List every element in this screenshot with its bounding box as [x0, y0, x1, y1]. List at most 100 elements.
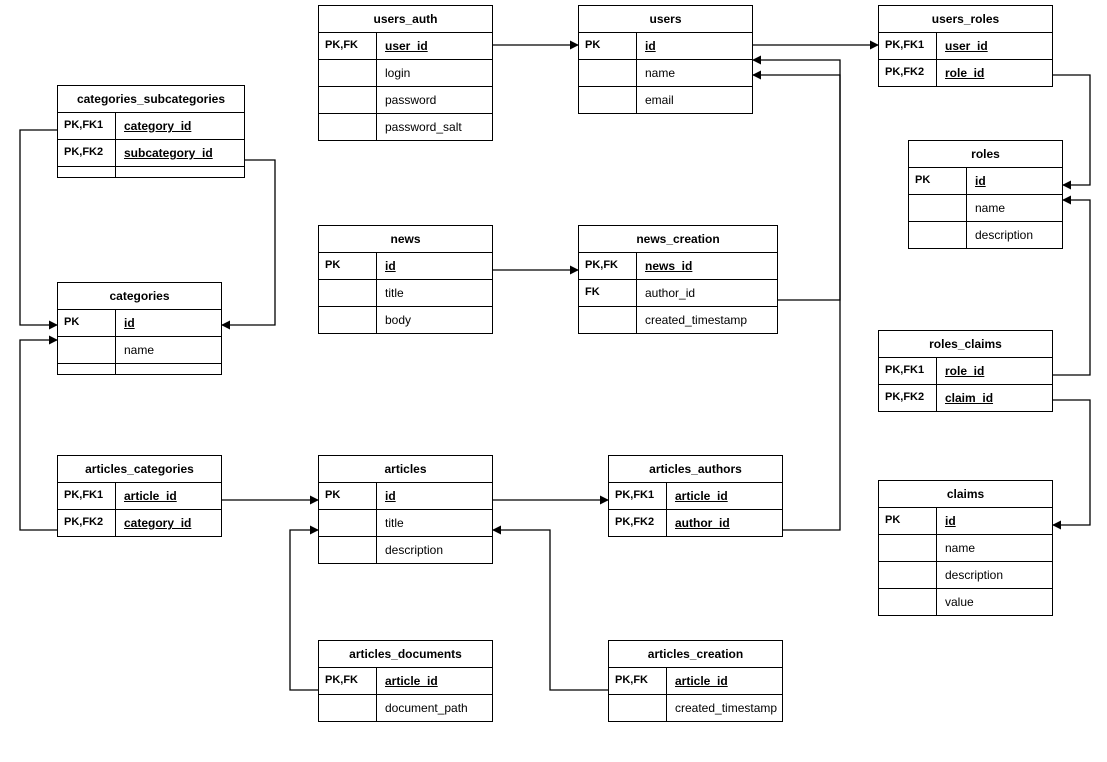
entity-roles_claims: roles_claimsPK,FK1role_idPK,FK2claim_id	[878, 330, 1053, 412]
key-cell: PK,FK1	[879, 33, 937, 59]
field-cell: user_id	[377, 33, 492, 59]
key-cell	[319, 695, 377, 721]
entity-row: password_salt	[319, 114, 492, 140]
key-cell	[319, 114, 377, 140]
entity-title: news_creation	[579, 226, 777, 253]
key-cell: PK,FK2	[609, 510, 667, 536]
key-cell	[319, 307, 377, 333]
entity-articles_documents: articles_documentsPK,FKarticle_iddocumen…	[318, 640, 493, 722]
entity-title: articles_categories	[58, 456, 221, 483]
relationship-arrow	[493, 530, 608, 690]
entity-row: name	[579, 60, 752, 87]
key-cell: PK,FK1	[58, 483, 116, 509]
field-cell: email	[637, 87, 752, 113]
key-cell: PK,FK2	[879, 60, 937, 86]
field-cell: role_id	[937, 358, 1052, 384]
key-cell	[58, 337, 116, 363]
field-cell: news_id	[637, 253, 777, 279]
entity-row: FKauthor_id	[579, 280, 777, 307]
key-cell: PK	[58, 310, 116, 336]
field-cell: name	[637, 60, 752, 86]
field-cell: subcategory_id	[116, 140, 244, 166]
field-cell: id	[937, 508, 1052, 534]
entity-row: PKid	[579, 33, 752, 60]
entity-row: PK,FKuser_id	[319, 33, 492, 60]
entity-articles: articlesPKidtitledescription	[318, 455, 493, 564]
entity-title: categories	[58, 283, 221, 310]
field-cell: id	[637, 33, 752, 59]
entity-row: title	[319, 280, 492, 307]
key-cell	[879, 562, 937, 588]
entity-row: PK,FK2category_id	[58, 510, 221, 536]
field-cell: name	[116, 337, 221, 363]
field-cell: role_id	[937, 60, 1052, 86]
entity-row: PKid	[879, 508, 1052, 535]
field-cell: claim_id	[937, 385, 1052, 411]
field-cell: article_id	[116, 483, 221, 509]
entity-row: login	[319, 60, 492, 87]
entity-claims: claimsPKidnamedescriptionvalue	[878, 480, 1053, 616]
entity-row: PK,FK1user_id	[879, 33, 1052, 60]
entity-title: users	[579, 6, 752, 33]
er-diagram-canvas: categories_subcategoriesPK,FK1category_i…	[0, 0, 1107, 762]
entity-row: created_timestamp	[579, 307, 777, 333]
entity-row: PK,FK2claim_id	[879, 385, 1052, 411]
entity-categories_subcategories: categories_subcategoriesPK,FK1category_i…	[57, 85, 245, 178]
entity-row: PKid	[58, 310, 221, 337]
entity-row: PK,FK2author_id	[609, 510, 782, 536]
entity-title: articles	[319, 456, 492, 483]
relationship-arrow	[290, 530, 318, 690]
field-cell: user_id	[937, 33, 1052, 59]
key-cell: PK,FK2	[879, 385, 937, 411]
entity-row: PK,FK1category_id	[58, 113, 244, 140]
key-cell	[909, 195, 967, 221]
entity-title: roles	[909, 141, 1062, 168]
entity-row: PK,FKarticle_id	[319, 668, 492, 695]
key-cell: PK	[879, 508, 937, 534]
field-cell: password_salt	[377, 114, 492, 140]
entity-row: name	[909, 195, 1062, 222]
entity-footer	[58, 364, 221, 374]
entity-row: created_timestamp	[609, 695, 782, 721]
key-cell: PK,FK1	[609, 483, 667, 509]
field-cell: id	[377, 253, 492, 279]
key-cell	[319, 60, 377, 86]
entity-row: PK,FKnews_id	[579, 253, 777, 280]
entity-title: roles_claims	[879, 331, 1052, 358]
entity-users: usersPKidnameemail	[578, 5, 753, 114]
relationship-arrow	[222, 160, 275, 325]
key-cell	[609, 695, 667, 721]
field-cell: document_path	[377, 695, 492, 721]
key-cell: PK,FK	[579, 253, 637, 279]
entity-users_auth: users_authPK,FKuser_idloginpasswordpassw…	[318, 5, 493, 141]
entity-title: articles_creation	[609, 641, 782, 668]
entity-row: PKid	[909, 168, 1062, 195]
entity-row: name	[879, 535, 1052, 562]
entity-roles: rolesPKidnamedescription	[908, 140, 1063, 249]
entity-row: PKid	[319, 253, 492, 280]
entity-row: PKid	[319, 483, 492, 510]
field-cell: description	[967, 222, 1062, 248]
key-cell	[879, 535, 937, 561]
key-cell: PK,FK	[319, 33, 377, 59]
entity-articles_authors: articles_authorsPK,FK1article_idPK,FK2au…	[608, 455, 783, 537]
key-cell: PK	[909, 168, 967, 194]
entity-row: title	[319, 510, 492, 537]
entity-row: PK,FK2subcategory_id	[58, 140, 244, 167]
field-cell: value	[937, 589, 1052, 615]
key-cell: PK,FK1	[879, 358, 937, 384]
entity-row: PK,FKarticle_id	[609, 668, 782, 695]
entity-row: PK,FK1article_id	[58, 483, 221, 510]
entity-row: description	[909, 222, 1062, 248]
entity-title: users_roles	[879, 6, 1052, 33]
field-cell: category_id	[116, 510, 221, 536]
entity-row: PK,FK1article_id	[609, 483, 782, 510]
entity-title: claims	[879, 481, 1052, 508]
field-cell: created_timestamp	[667, 695, 785, 721]
entity-title: articles_authors	[609, 456, 782, 483]
key-cell	[909, 222, 967, 248]
key-cell: PK	[579, 33, 637, 59]
entity-row: password	[319, 87, 492, 114]
key-cell	[579, 60, 637, 86]
key-cell	[319, 510, 377, 536]
